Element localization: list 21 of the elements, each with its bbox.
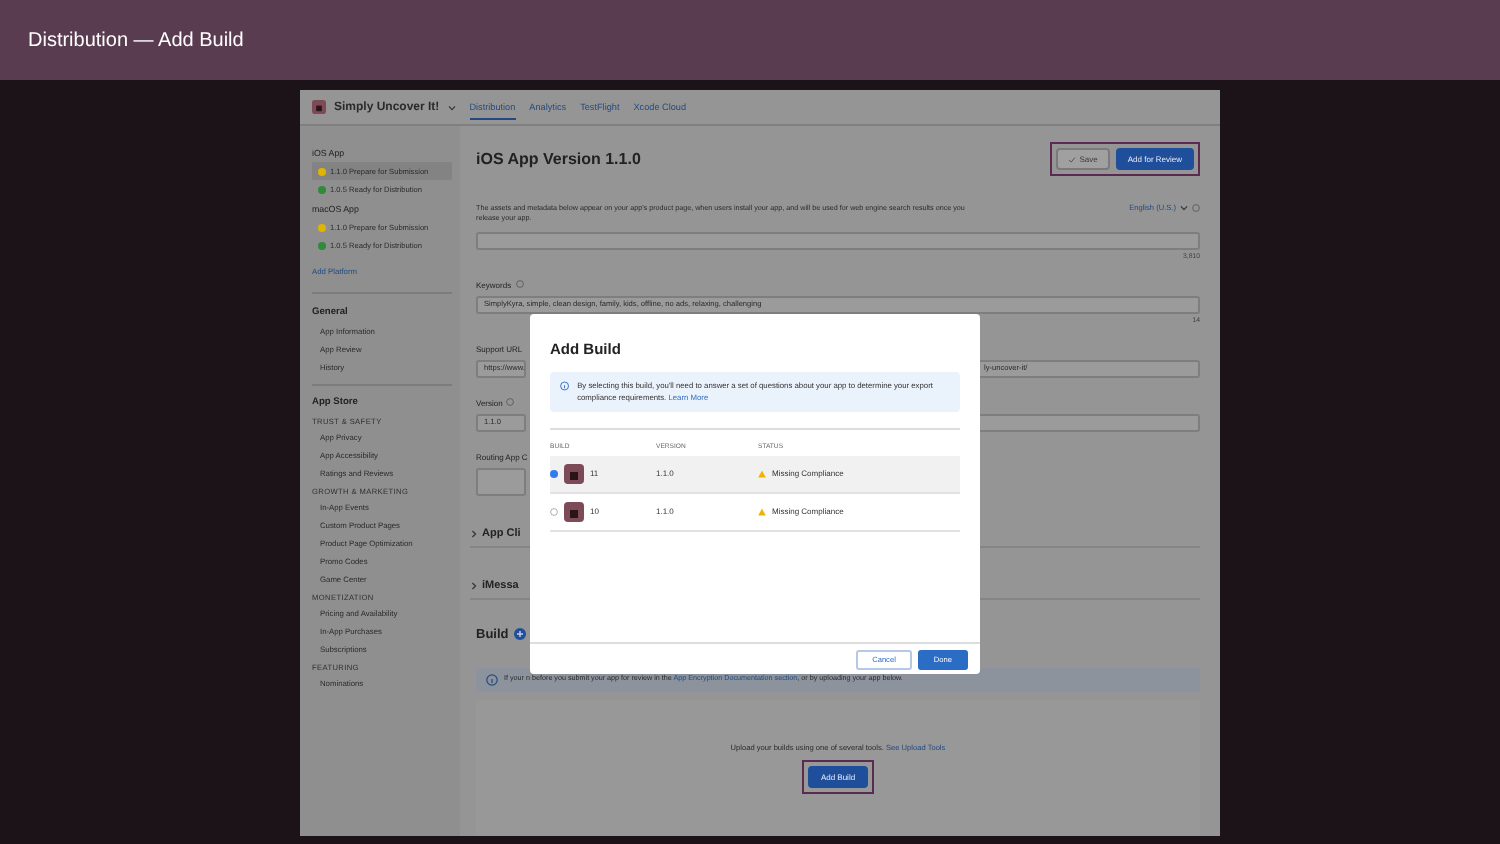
page-title: iOS App Version 1.1.0 bbox=[476, 150, 641, 168]
promo-text-field[interactable] bbox=[476, 231, 1200, 250]
file-field[interactable] bbox=[476, 467, 526, 496]
chevron-icon bbox=[447, 103, 456, 111]
app-icon bbox=[564, 463, 584, 484]
help-icon bbox=[1192, 204, 1200, 212]
add-icon[interactable] bbox=[514, 628, 527, 641]
caret-icon bbox=[1180, 204, 1188, 212]
radio-button[interactable] bbox=[550, 507, 558, 516]
help-icon bbox=[506, 398, 515, 407]
help-icon bbox=[515, 280, 524, 289]
app-icon bbox=[564, 501, 584, 522]
slide-title: Distribution — Add Build bbox=[28, 29, 244, 51]
info-icon bbox=[486, 673, 498, 686]
version-field[interactable] bbox=[976, 413, 1200, 432]
chevron-icon bbox=[470, 582, 478, 591]
chevron-icon bbox=[470, 530, 478, 539]
app-icon bbox=[312, 100, 326, 114]
radio-button[interactable] bbox=[550, 469, 558, 478]
check-icon bbox=[1067, 155, 1076, 163]
info-icon bbox=[560, 380, 570, 392]
